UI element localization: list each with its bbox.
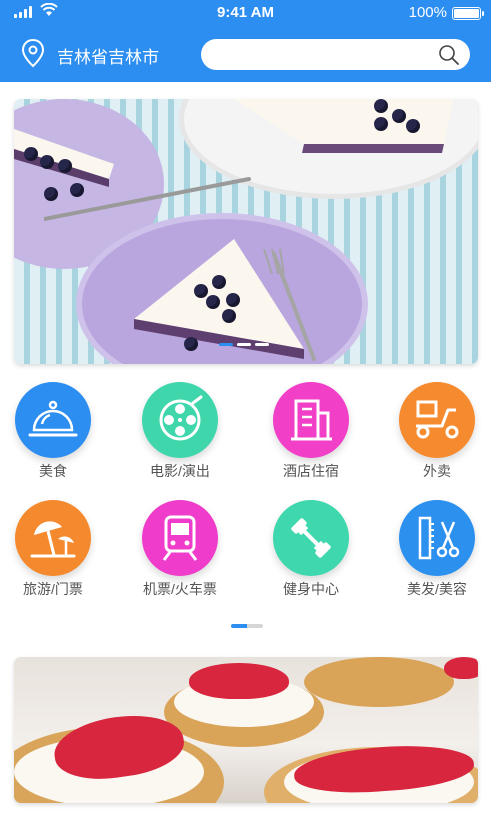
cake-slice-image xyxy=(234,99,454,153)
film-reel-icon xyxy=(159,395,203,441)
dessert-promo-banner[interactable] xyxy=(14,657,478,803)
category-page-indicator[interactable] xyxy=(231,624,263,628)
hotel-building-icon xyxy=(291,399,332,441)
dumbbell-icon xyxy=(291,518,331,558)
comb-scissors-icon xyxy=(418,516,460,560)
category-label: 电影/演出 xyxy=(150,463,210,479)
carousel-dot[interactable] xyxy=(219,343,233,346)
top-header: 9:41 AM 100% 吉林省吉林市 xyxy=(0,0,491,82)
scooter-icon xyxy=(416,400,459,439)
category-flight-train[interactable]: 机票/火车票 xyxy=(125,500,235,599)
train-icon xyxy=(162,515,198,561)
category-hotel[interactable]: 酒店住宿 xyxy=(256,382,366,481)
category-label: 美发/美容 xyxy=(407,581,467,597)
category-takeout[interactable]: 外卖 xyxy=(382,382,491,481)
pager-dot[interactable] xyxy=(247,624,263,628)
fork-image xyxy=(44,177,251,221)
carousel-indicator[interactable] xyxy=(219,343,269,346)
category-label: 旅游/门票 xyxy=(23,581,83,597)
current-city[interactable]: 吉林省吉林市 xyxy=(57,43,159,68)
category-hair-beauty[interactable]: 美发/美容 xyxy=(382,500,491,599)
category-label: 健身中心 xyxy=(283,581,339,597)
carousel-dot[interactable] xyxy=(237,343,251,346)
promo-banner-carousel[interactable] xyxy=(14,99,478,364)
location-pin-icon[interactable] xyxy=(20,38,46,68)
category-label: 美食 xyxy=(39,463,67,479)
category-label: 机票/火车票 xyxy=(143,581,217,597)
search-bar[interactable] xyxy=(201,39,470,70)
category-label: 外卖 xyxy=(423,463,451,479)
strawberry-image xyxy=(189,663,289,699)
tart-image xyxy=(304,657,454,707)
category-label: 酒店住宿 xyxy=(283,463,339,479)
category-fitness[interactable]: 健身中心 xyxy=(256,500,366,599)
category-travel-tickets[interactable]: 旅游/门票 xyxy=(0,500,108,599)
category-food[interactable]: 美食 xyxy=(0,382,108,481)
search-input[interactable] xyxy=(215,44,425,64)
carousel-dot[interactable] xyxy=(255,343,269,346)
battery-percentage: 100% xyxy=(408,4,447,21)
beach-umbrella-icon xyxy=(30,521,76,558)
battery-icon xyxy=(452,7,484,20)
status-bar: 9:41 AM 100% xyxy=(0,0,491,26)
strawberry-image xyxy=(444,657,478,679)
food-cloche-icon xyxy=(28,400,78,437)
category-movies-shows[interactable]: 电影/演出 xyxy=(125,382,235,481)
fork-image xyxy=(263,249,316,361)
search-icon[interactable] xyxy=(438,44,460,66)
pager-dot[interactable] xyxy=(231,624,247,628)
